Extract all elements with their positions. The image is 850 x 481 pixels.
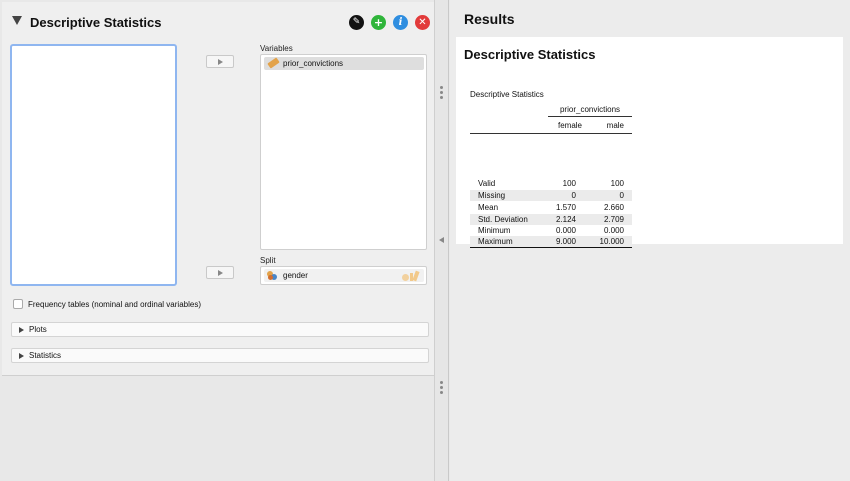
variable-name: prior_convictions [283,59,344,68]
arrow-right-icon [218,270,223,276]
close-icon[interactable]: ✕ [415,15,430,30]
drag-handle-icon[interactable] [440,381,443,396]
cell-male: 2.660 [603,203,624,212]
variables-label: Variables [260,44,293,53]
row-label: Mean [478,203,499,212]
cell-male: 0.000 [603,226,624,235]
table-caption: Descriptive Statistics [470,90,544,99]
move-to-split-button[interactable] [206,266,234,279]
row-label: Maximum [478,237,513,246]
collapse-icon[interactable] [12,16,22,25]
table-footer-line [470,247,632,248]
cell-male: 2.709 [603,215,624,224]
move-to-variables-button[interactable] [206,55,234,68]
cell-female: 9.000 [555,237,576,246]
section-plots[interactable]: Plots [11,322,429,337]
results-panel: Results Descriptive Statistics Descripti… [450,0,850,481]
section-statistics[interactable]: Statistics [11,348,429,363]
results-title: Results [464,11,515,27]
table-group-header: prior_convictions [548,105,632,117]
info-icon[interactable]: i [393,15,408,30]
cell-female: 2.124 [555,215,576,224]
row-label: Std. Deviation [478,215,528,224]
section-label: Statistics [29,351,62,360]
scale-variable-icon [267,57,280,69]
variables-box[interactable]: prior_convictions [260,54,427,250]
edit-icon[interactable]: ✎ [349,15,364,30]
results-card: Descriptive Statistics Descriptive Stati… [456,37,843,248]
header-divider [470,133,632,134]
split-variable-name: gender [283,271,308,280]
split-box[interactable]: gender [260,266,427,285]
analysis-header[interactable]: Descriptive Statistics ✎ + i ✕ [2,2,434,40]
cell-male: 100 [610,179,624,188]
cell-female: 0 [571,191,576,200]
available-variables-list[interactable] [10,44,177,286]
table-row: Valid 100 100 [470,178,632,189]
cell-female: 100 [562,179,576,188]
nominal-variable-icon [267,271,278,281]
row-label: Missing [478,191,506,200]
analysis-panel: Descriptive Statistics ✎ + i ✕ Variables… [0,0,435,481]
split-variable-item[interactable]: gender [264,269,424,282]
cell-female: 1.570 [555,203,576,212]
row-label: Minimum [478,226,511,235]
column-header-male: male [606,121,624,130]
cell-male: 0 [619,191,624,200]
table-row: Maximum 9.000 10.000 [470,236,632,247]
arrow-right-icon [218,59,223,65]
expand-icon [19,327,24,333]
add-icon[interactable]: + [371,15,386,30]
results-heading: Descriptive Statistics [464,47,596,62]
analysis-options: Descriptive Statistics ✎ + i ✕ Variables… [2,2,434,376]
collapse-left-icon[interactable] [439,237,444,243]
allowed-types-icon [402,270,420,282]
table-row: Mean 1.570 2.660 [470,202,632,213]
split-label: Split [260,256,276,265]
section-label: Plots [29,325,47,334]
drag-handle-icon[interactable] [440,86,443,101]
panel-splitter[interactable] [435,0,449,481]
frequency-tables-label: Frequency tables (nominal and ordinal va… [28,300,201,309]
table-row: Std. Deviation 2.124 2.709 [470,214,632,225]
cell-male: 10.000 [599,237,624,246]
column-header-female: female [557,121,582,130]
variable-item[interactable]: prior_convictions [264,57,424,70]
cell-female: 0.000 [555,226,576,235]
frequency-tables-checkbox[interactable] [13,299,23,309]
row-label: Valid [478,179,496,188]
table-row: Missing 0 0 [470,190,632,201]
expand-icon [19,353,24,359]
analysis-title: Descriptive Statistics [30,15,162,30]
table-row: Minimum 0.000 0.000 [470,225,632,236]
